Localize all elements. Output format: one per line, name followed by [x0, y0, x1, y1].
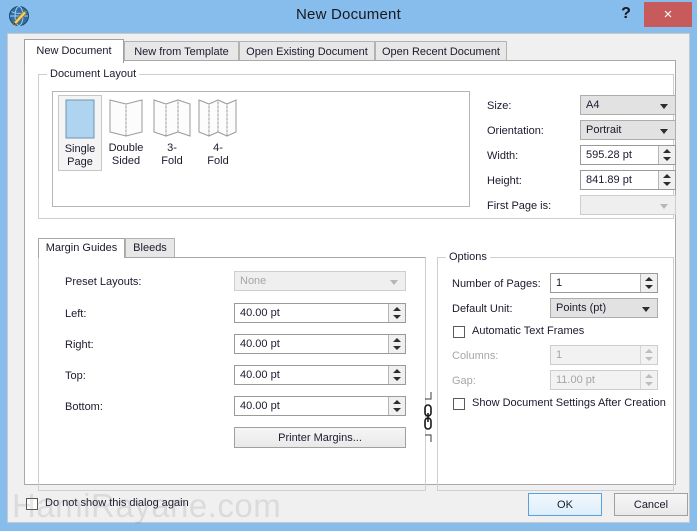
columns-label: Columns: — [452, 350, 499, 362]
layout-option-3-fold[interactable]: 3- Fold — [150, 95, 194, 169]
ok-button[interactable]: OK — [528, 493, 602, 516]
gap-label: Gap: — [452, 375, 476, 387]
first-page-select[interactable] — [580, 195, 676, 215]
margin-right-stepper[interactable] — [388, 335, 405, 353]
layout-option-4-fold[interactable]: 4- Fold — [196, 95, 240, 169]
margin-bottom-input[interactable]: 40.00 pt — [234, 396, 406, 416]
width-stepper[interactable] — [658, 146, 675, 164]
layout-option-label: Single Page — [64, 143, 96, 168]
default-unit-label: Default Unit: — [452, 303, 513, 315]
single-page-icon — [59, 99, 101, 143]
gap-input[interactable]: 11.00 pt — [550, 370, 658, 390]
chevron-down-icon — [660, 129, 668, 134]
help-button[interactable]: ? — [613, 2, 639, 26]
layout-option-label: 3- Fold — [161, 142, 183, 167]
height-value: 841.89 pt — [586, 174, 632, 186]
margin-guides-panel: Preset Layouts: None Left: 40.00 pt Righ… — [38, 257, 426, 491]
options-group-title: Options — [446, 251, 490, 263]
layout-option-single-page[interactable]: Single Page — [58, 95, 102, 171]
orientation-value: Portrait — [586, 124, 622, 136]
orientation-select[interactable]: Portrait — [580, 120, 676, 140]
layout-option-label: Double Sided — [108, 142, 144, 167]
columns-stepper[interactable] — [640, 346, 657, 364]
margin-bottom-label: Bottom: — [65, 401, 103, 413]
margin-left-label: Left: — [65, 308, 87, 320]
chevron-down-icon — [390, 280, 398, 285]
new-document-tab-pane: Document Layout Single Page Double Sided… — [24, 60, 676, 491]
tab-margin-guides[interactable]: Margin Guides — [38, 238, 125, 258]
title-bar: New Document ? × — [0, 0, 697, 33]
width-value: 595.28 pt — [586, 149, 632, 161]
orientation-label: Orientation: — [487, 125, 544, 137]
checkbox-box — [453, 398, 465, 410]
first-page-label: First Page is: — [487, 200, 552, 212]
preset-layouts-label: Preset Layouts: — [65, 276, 142, 288]
tab-open-existing-document[interactable]: Open Existing Document — [239, 41, 375, 62]
size-value: A4 — [586, 99, 600, 111]
layout-option-double-sided[interactable]: Double Sided — [104, 95, 148, 169]
height-input[interactable]: 841.89 pt — [580, 170, 676, 190]
chain-link-icon[interactable] — [421, 391, 435, 443]
tab-open-recent-document[interactable]: Open Recent Document — [375, 41, 507, 62]
margin-top-stepper[interactable] — [388, 366, 405, 384]
width-input[interactable]: 595.28 pt — [580, 145, 676, 165]
gap-stepper[interactable] — [640, 371, 657, 389]
margin-left-stepper[interactable] — [388, 304, 405, 322]
dialog-window: New Document ? × New Document New from T… — [0, 0, 697, 531]
height-label: Height: — [487, 175, 522, 187]
printer-margins-button[interactable]: Printer Margins... — [234, 427, 406, 448]
show-document-settings-label: Show Document Settings After Creation — [472, 397, 666, 409]
columns-value: 1 — [556, 349, 563, 361]
four-fold-icon — [196, 98, 240, 142]
margin-top-label: Top: — [65, 370, 86, 382]
tab-new-document[interactable]: New Document — [24, 39, 124, 63]
layout-option-label: 4- Fold — [207, 142, 229, 167]
margin-right-label: Right: — [65, 339, 94, 351]
margin-left-value: 40.00 pt — [240, 307, 280, 319]
margin-left-input[interactable]: 40.00 pt — [234, 303, 406, 323]
number-of-pages-label: Number of Pages: — [452, 278, 541, 290]
default-unit-select[interactable]: Points (pt) — [550, 298, 658, 318]
number-of-pages-stepper[interactable] — [640, 274, 657, 292]
dialog-footer: Do not show this dialog again OK Cancel — [24, 492, 688, 518]
document-layout-group-title: Document Layout — [47, 68, 140, 80]
automatic-text-frames-label: Automatic Text Frames — [472, 325, 585, 337]
dialog-client-area: New Document New from Template Open Exis… — [7, 33, 690, 523]
chevron-down-icon — [660, 104, 668, 109]
preset-layouts-value: None — [240, 275, 267, 287]
window-title: New Document — [296, 6, 401, 23]
size-label: Size: — [487, 100, 512, 112]
columns-input[interactable]: 1 — [550, 345, 658, 365]
gap-value: 11.00 pt — [556, 374, 595, 386]
three-fold-icon — [150, 98, 194, 142]
tab-new-from-template[interactable]: New from Template — [124, 41, 239, 62]
document-layout-group: Document Layout Single Page Double Sided… — [38, 68, 676, 219]
document-layout-list[interactable]: Single Page Double Sided 3- Fold 4- Fold — [52, 91, 470, 207]
checkbox-box — [453, 326, 465, 338]
number-of-pages-input[interactable]: 1 — [550, 273, 658, 293]
margin-right-input[interactable]: 40.00 pt — [234, 334, 406, 354]
margin-bottom-stepper[interactable] — [388, 397, 405, 415]
size-select[interactable]: A4 — [580, 95, 676, 115]
checkbox-box — [26, 498, 38, 510]
preset-layouts-select[interactable]: None — [234, 271, 406, 291]
margin-right-value: 40.00 pt — [240, 338, 280, 350]
chevron-down-icon — [642, 307, 650, 312]
do-not-show-again-label: Do not show this dialog again — [45, 497, 189, 509]
default-unit-value: Points (pt) — [556, 302, 607, 314]
close-button[interactable]: × — [644, 2, 692, 27]
options-group: Options Number of Pages: 1 Default Unit:… — [437, 251, 674, 491]
chevron-down-icon — [660, 204, 668, 209]
cancel-button[interactable]: Cancel — [614, 493, 688, 516]
double-sided-icon — [104, 98, 148, 142]
height-stepper[interactable] — [658, 171, 675, 189]
margin-top-value: 40.00 pt — [240, 369, 280, 381]
tab-bleeds[interactable]: Bleeds — [125, 238, 175, 258]
number-of-pages-value: 1 — [556, 277, 563, 289]
margin-bottom-value: 40.00 pt — [240, 400, 280, 412]
width-label: Width: — [487, 150, 519, 162]
margin-top-input[interactable]: 40.00 pt — [234, 365, 406, 385]
